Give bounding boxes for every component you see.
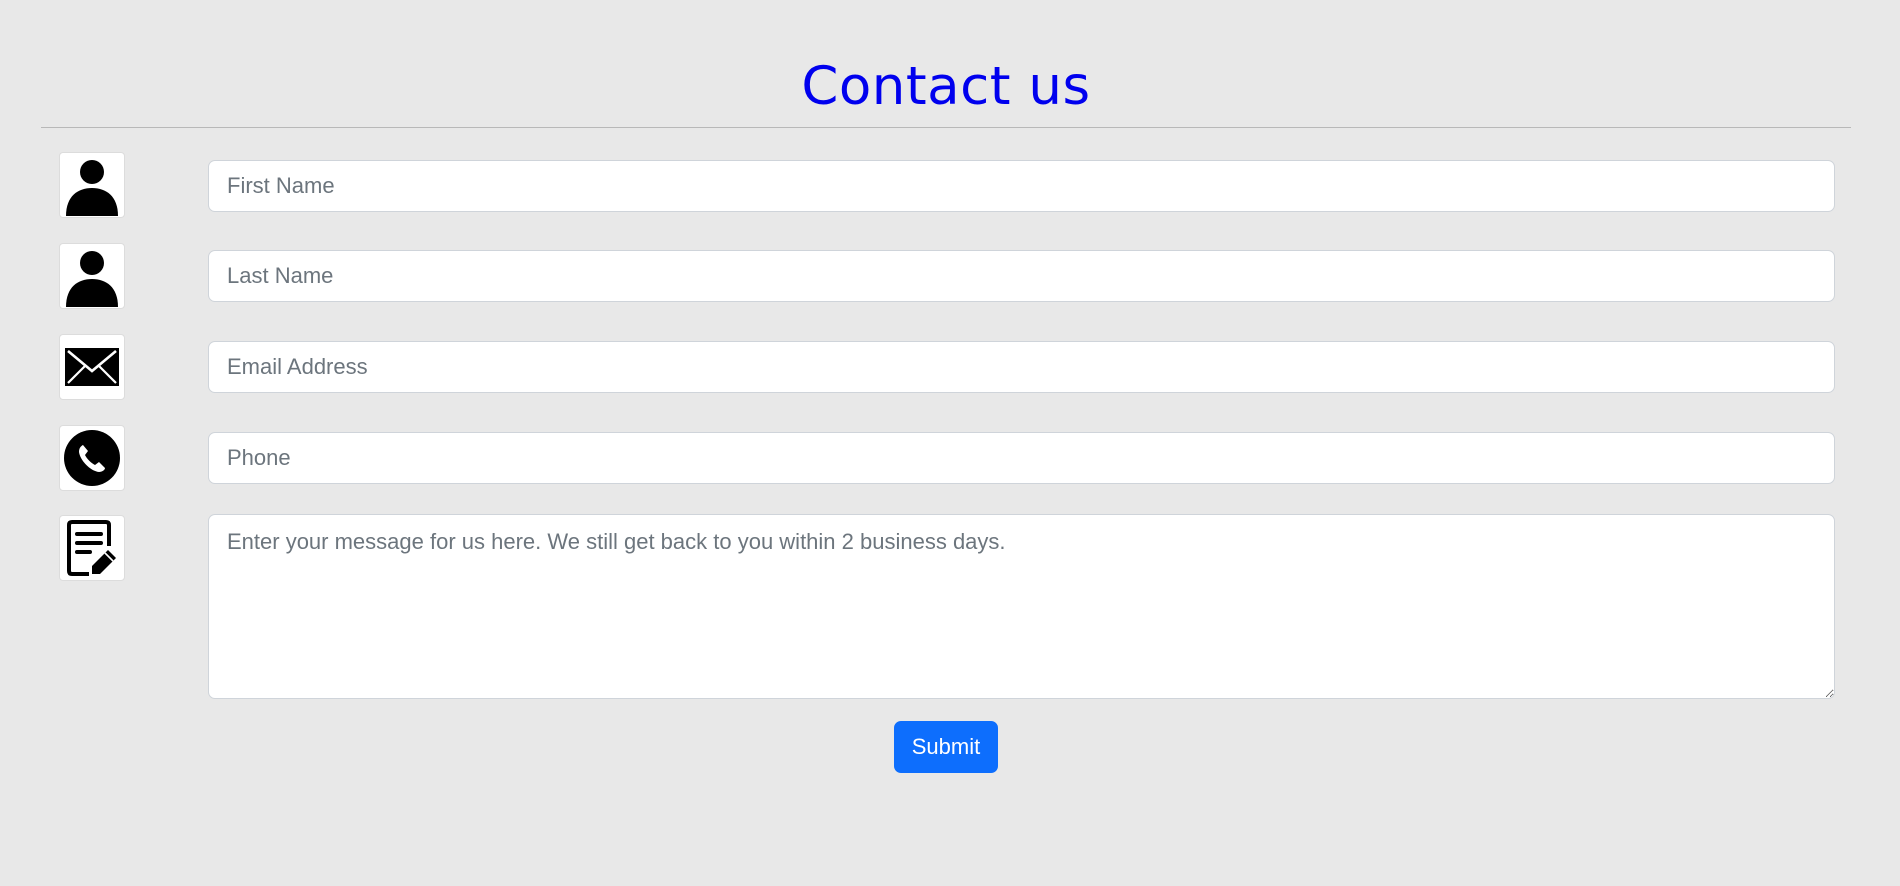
submit-button[interactable]: Submit — [894, 721, 998, 773]
person-icon — [66, 251, 118, 307]
first-name-input[interactable] — [208, 160, 1835, 212]
person-icon — [66, 160, 118, 216]
message-icon-box — [59, 515, 125, 581]
first-name-icon-box — [59, 152, 125, 218]
note-edit-icon — [67, 520, 116, 576]
email-icon-box — [59, 334, 125, 400]
email-input[interactable] — [208, 341, 1835, 393]
last-name-icon-box — [59, 243, 125, 309]
title-divider — [41, 127, 1851, 128]
envelope-icon — [65, 348, 119, 386]
phone-input[interactable] — [208, 432, 1835, 484]
last-name-input[interactable] — [208, 250, 1835, 302]
phone-icon-box — [59, 425, 125, 491]
message-textarea[interactable] — [208, 514, 1835, 699]
phone-icon — [64, 430, 120, 486]
page-title: Contact us — [801, 56, 1091, 117]
